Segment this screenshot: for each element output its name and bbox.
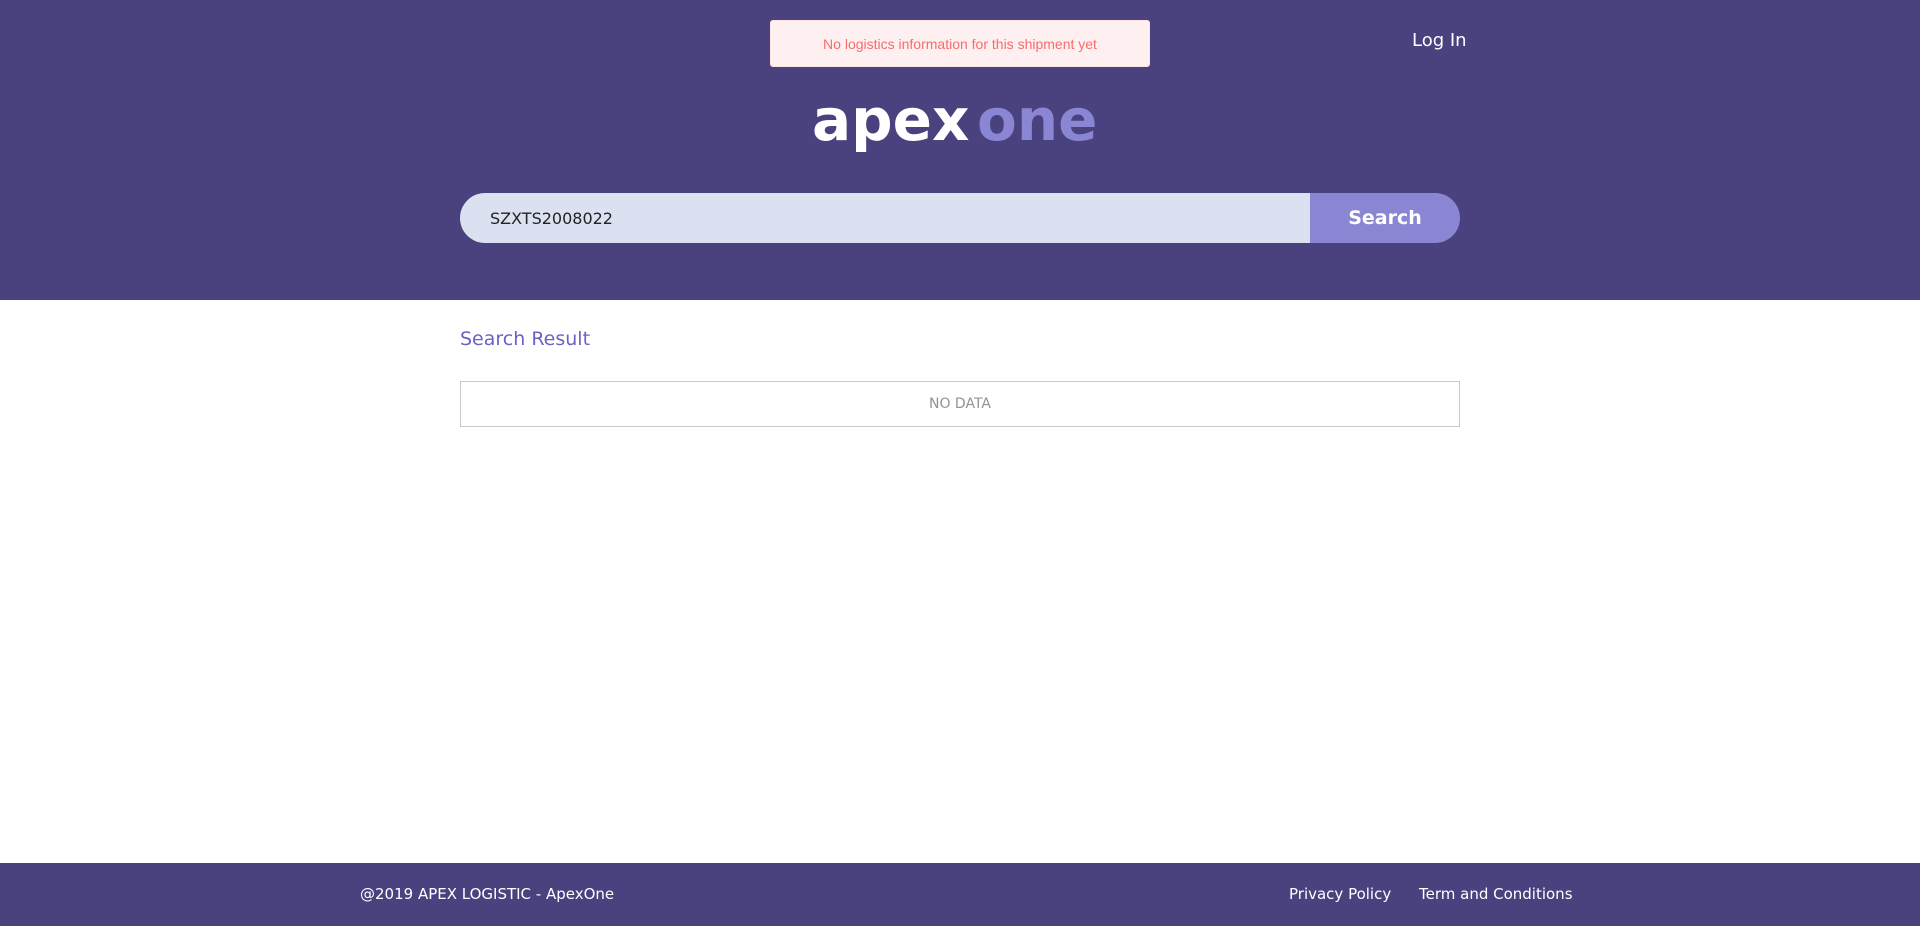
- logo-text-apex: apex: [812, 96, 969, 152]
- notification-toast: No logistics information for this shipme…: [770, 20, 1150, 67]
- login-link[interactable]: Log In: [1412, 30, 1467, 51]
- privacy-policy-link[interactable]: Privacy Policy: [1289, 885, 1391, 903]
- tracking-number-input[interactable]: [460, 193, 1310, 243]
- footer: @2019 APEX LOGISTIC - ApexOne Privacy Po…: [0, 863, 1920, 926]
- terms-and-conditions-link[interactable]: Term and Conditions: [1419, 885, 1573, 903]
- logo-text-one: one: [977, 96, 1097, 152]
- toast-message: No logistics information for this shipme…: [823, 35, 1097, 52]
- header: No logistics information for this shipme…: [0, 0, 1920, 300]
- no-data-text: NO DATA: [928, 396, 991, 412]
- search-button[interactable]: Search: [1310, 193, 1460, 243]
- apexone-logo[interactable]: apex one: [812, 96, 1108, 152]
- search-result-title: Search Result: [460, 328, 591, 350]
- search-result-table: NO DATA: [460, 381, 1460, 427]
- copyright-text: @2019 APEX LOGISTIC - ApexOne: [360, 885, 615, 903]
- search-bar: Search: [460, 193, 1460, 243]
